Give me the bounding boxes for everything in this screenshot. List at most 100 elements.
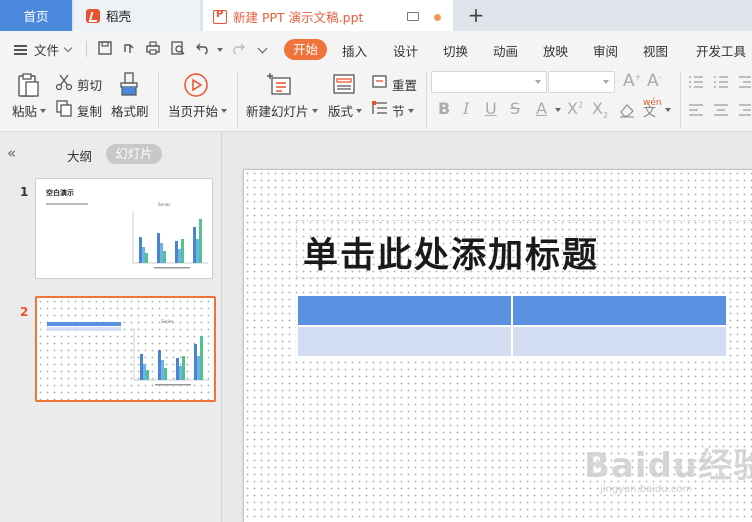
table-header-cell[interactable] — [296, 294, 513, 327]
table-cell[interactable] — [511, 325, 728, 358]
superscript-icon[interactable]: X2 — [567, 99, 583, 118]
menu-tab-start[interactable]: 开始 — [284, 39, 327, 60]
menu-tab-design[interactable]: 设计 — [393, 41, 418, 60]
file-menu[interactable]: 文件 — [14, 40, 73, 59]
daoke-logo-icon — [86, 8, 100, 23]
customize-toolbar-icon[interactable] — [257, 43, 268, 54]
redo-icon[interactable] — [230, 40, 246, 56]
section-button[interactable]: 节 — [392, 101, 414, 120]
slide-title-text[interactable]: 单击此处添加标题 — [303, 227, 599, 278]
menu-tab-slideshow[interactable]: 放映 — [543, 41, 568, 60]
chevron-down-icon[interactable] — [665, 108, 671, 112]
thumb-chart — [132, 211, 208, 269]
slide-thumbnail-1[interactable]: 空白演示 Series — [35, 178, 213, 279]
clear-format-icon[interactable] — [618, 102, 636, 118]
section-icon[interactable] — [371, 99, 389, 117]
thumb-chart-caption: Series — [158, 202, 171, 207]
underline-icon[interactable]: U — [485, 99, 497, 118]
file-menu-label: 文件 — [34, 43, 60, 58]
chevron-down-icon[interactable] — [555, 108, 561, 112]
table-cell[interactable] — [296, 325, 513, 358]
chevron-down-icon — [356, 108, 363, 113]
align-center-icon[interactable] — [713, 103, 729, 117]
thumb-title: 空白演示 — [46, 189, 74, 197]
copy-button[interactable]: 复制 — [77, 101, 102, 120]
menu-tab-view[interactable]: 视图 — [643, 41, 668, 60]
strikethrough-icon[interactable]: S — [510, 99, 520, 118]
paste-button[interactable]: 粘贴 — [12, 101, 47, 120]
reset-button[interactable]: 重置 — [392, 75, 417, 94]
menu-tab-insert[interactable]: 插入 — [342, 41, 367, 60]
print-preview-icon[interactable] — [170, 40, 186, 56]
italic-icon[interactable]: I — [463, 99, 469, 118]
reset-icon[interactable] — [371, 73, 389, 91]
monitor-icon[interactable] — [407, 12, 419, 21]
font-size-dropdown[interactable] — [548, 71, 615, 93]
layout-label: 版式 — [328, 104, 354, 119]
tab-home[interactable]: 首页 — [0, 0, 72, 31]
format-painter-icon[interactable] — [117, 71, 141, 97]
font-name-dropdown[interactable] — [431, 71, 547, 93]
numbered-list-icon[interactable] — [713, 75, 729, 89]
slide-table[interactable] — [296, 294, 728, 358]
layout-icon[interactable] — [332, 72, 356, 96]
tab-home-label: 首页 — [23, 9, 49, 24]
play-icon[interactable] — [183, 72, 209, 98]
menu-tab-developer[interactable]: 开发工具 — [696, 41, 746, 60]
copy-icon[interactable] — [55, 99, 73, 117]
format-painter-button[interactable]: 格式刷 — [111, 101, 149, 120]
tab-outline[interactable]: 大纲 — [67, 146, 92, 165]
tab-bar: 首页 稻壳 新建 PPT 演示文稿.ppt + — [0, 0, 752, 31]
phonetic-guide-icon[interactable]: wén 文 — [643, 98, 662, 119]
tab-slides[interactable]: 幻灯片 — [106, 144, 162, 164]
collapse-panel-icon[interactable]: « — [7, 144, 16, 162]
print-icon[interactable] — [145, 40, 161, 56]
unsaved-dot-icon — [434, 14, 441, 21]
slide-thumbnail-2[interactable]: Series — [35, 296, 216, 402]
slide-number: 2 — [20, 305, 29, 319]
tab-document-label: 新建 PPT 演示文稿.ppt — [233, 10, 364, 25]
align-right-icon[interactable] — [738, 103, 752, 117]
play-from-current-label: 当页开始 — [168, 104, 219, 119]
watermark-url: jingyan.baidu.com — [600, 484, 693, 495]
divider — [680, 72, 681, 128]
new-slide-label: 新建幻灯片 — [246, 104, 309, 119]
thumb-table-row — [47, 327, 121, 331]
thumb-chart-caption: Series — [161, 319, 174, 324]
undo-dropdown-icon[interactable] — [217, 48, 223, 52]
divider — [237, 72, 238, 128]
bold-icon[interactable]: B — [438, 99, 450, 118]
bullet-list-icon[interactable] — [688, 75, 704, 89]
paste-icon[interactable] — [16, 72, 42, 98]
ppt-file-icon — [213, 9, 227, 24]
slide-canvas[interactable]: 单击此处添加标题 Baidu经验 jingyan.baidu.com — [243, 169, 752, 522]
title-placeholder[interactable]: 单击此处添加标题 — [296, 220, 752, 278]
undo-icon[interactable] — [195, 40, 211, 56]
cut-button[interactable]: 剪切 — [77, 75, 102, 94]
new-slide-button[interactable]: 新建幻灯片 — [246, 101, 318, 120]
save-icon[interactable] — [97, 40, 113, 56]
table-header-cell[interactable] — [511, 294, 728, 327]
new-tab-button[interactable]: + — [465, 3, 487, 27]
menu-tab-animation[interactable]: 动画 — [493, 41, 518, 60]
decrease-font-icon[interactable]: A- — [647, 71, 662, 91]
align-left-icon[interactable] — [688, 103, 704, 117]
divider — [158, 72, 159, 128]
cloud-sync-icon[interactable] — [121, 40, 137, 56]
menu-tab-transition[interactable]: 切换 — [443, 41, 468, 60]
indent-icon[interactable] — [738, 75, 752, 89]
tab-document[interactable]: 新建 PPT 演示文稿.ppt — [203, 0, 453, 31]
chevron-down-icon — [40, 108, 47, 113]
tab-daoke[interactable]: 稻壳 — [74, 0, 200, 31]
play-from-current-button[interactable]: 当页开始 — [168, 101, 228, 120]
increase-font-icon[interactable]: A+ — [623, 71, 641, 91]
ribbon-start: 粘贴 剪切 复制 格式刷 当页开始 新建幻灯片 版式 重置 节 A+ A- B … — [0, 66, 752, 132]
font-color-icon[interactable]: A — [536, 99, 547, 118]
new-slide-icon[interactable] — [266, 72, 294, 98]
subscript-icon[interactable]: X2 — [592, 99, 608, 120]
menu-tab-review[interactable]: 审阅 — [593, 41, 618, 60]
layout-button[interactable]: 版式 — [328, 101, 363, 120]
hamburger-icon — [14, 44, 27, 55]
scissors-icon[interactable] — [55, 73, 73, 91]
thumb-table-header — [47, 322, 121, 326]
